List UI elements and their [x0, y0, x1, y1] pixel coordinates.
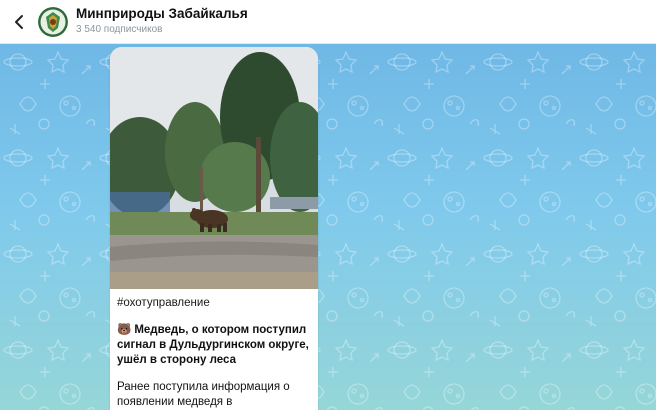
back-button[interactable] [8, 10, 30, 34]
post-headline: 🐻 Медведь, о котором поступил сигнал в Ду… [117, 323, 313, 368]
emblem-icon [38, 7, 68, 37]
post-headline-text: Медведь, о котором поступил сигнал в Дул… [117, 324, 309, 366]
chat-background: #охотуправление 🐻 Медведь, о котором пост… [0, 44, 656, 410]
chevron-left-icon [15, 15, 23, 29]
post-text: #охотуправление 🐻 Медведь, о котором пост… [117, 296, 313, 410]
channel-avatar[interactable] [38, 7, 68, 37]
subscriber-count: 3 540 подписчиков [76, 24, 163, 35]
doodle-pattern [0, 44, 656, 410]
post-photo[interactable] [110, 47, 318, 289]
post-body: Ранее поступила информация о появлении м… [117, 381, 290, 408]
bear-emoji-icon: 🐻 [117, 324, 132, 336]
chat-header: Минприроды Забайкалья 3 540 подписчиков [0, 0, 656, 44]
channel-post: #охотуправление 🐻 Медведь, о котором пост… [110, 47, 318, 410]
channel-title[interactable]: Минприроды Забайкалья [76, 6, 248, 21]
post-hashtag[interactable]: #охотуправление [117, 296, 313, 311]
